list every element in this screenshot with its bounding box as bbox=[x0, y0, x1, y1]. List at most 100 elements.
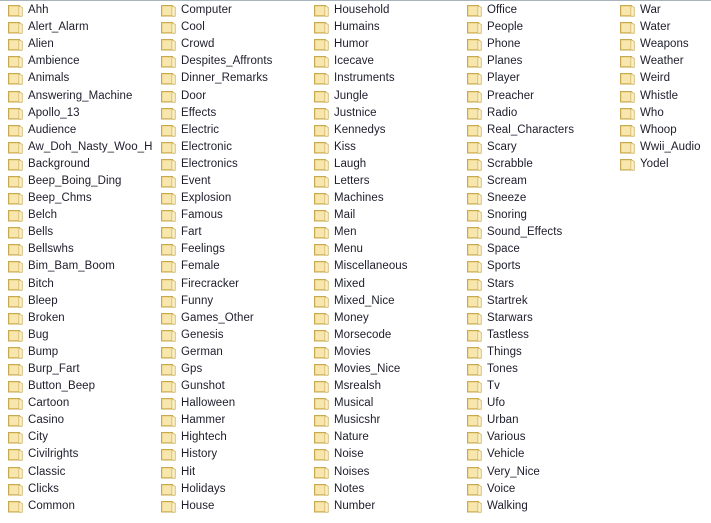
folder-item[interactable]: Bellswhs bbox=[0, 241, 153, 258]
folder-item[interactable]: Stars bbox=[459, 276, 612, 293]
folder-item[interactable]: Firecracker bbox=[153, 276, 306, 293]
folder-item[interactable]: Real_Characters bbox=[459, 122, 612, 139]
folder-item[interactable]: Scrabble bbox=[459, 156, 612, 173]
folder-item[interactable]: Musical bbox=[306, 395, 459, 412]
folder-item[interactable]: Kiss bbox=[306, 139, 459, 156]
folder-item[interactable]: Wwii_Audio bbox=[612, 139, 711, 156]
folder-item[interactable]: Background bbox=[0, 156, 153, 173]
folder-item[interactable]: Dinner_Remarks bbox=[153, 70, 306, 87]
folder-item[interactable]: Preacher bbox=[459, 87, 612, 104]
folder-item[interactable]: Jungle bbox=[306, 87, 459, 104]
folder-item[interactable]: Gunshot bbox=[153, 378, 306, 395]
folder-item[interactable]: Common bbox=[0, 498, 153, 515]
folder-item[interactable]: Morsecode bbox=[306, 327, 459, 344]
folder-item[interactable]: Phone bbox=[459, 36, 612, 53]
folder-item[interactable]: Letters bbox=[306, 173, 459, 190]
folder-item[interactable]: Belch bbox=[0, 207, 153, 224]
folder-item[interactable]: Alien bbox=[0, 36, 153, 53]
folder-item[interactable]: Notes bbox=[306, 481, 459, 498]
folder-item[interactable]: Apollo_13 bbox=[0, 105, 153, 122]
folder-item[interactable]: Event bbox=[153, 173, 306, 190]
folder-item[interactable]: Radio bbox=[459, 105, 612, 122]
folder-item[interactable]: Sports bbox=[459, 258, 612, 275]
folder-item[interactable]: Fart bbox=[153, 224, 306, 241]
folder-item[interactable]: Msrealsh bbox=[306, 378, 459, 395]
folder-item[interactable]: Miscellaneous bbox=[306, 258, 459, 275]
folder-item[interactable]: Mail bbox=[306, 207, 459, 224]
folder-item[interactable]: Urban bbox=[459, 412, 612, 429]
folder-item[interactable]: Despites_Affronts bbox=[153, 53, 306, 70]
folder-item[interactable]: House bbox=[153, 498, 306, 515]
folder-item[interactable]: Answering_Machine bbox=[0, 87, 153, 104]
folder-item[interactable]: Cool bbox=[153, 19, 306, 36]
folder-item[interactable]: Humor bbox=[306, 36, 459, 53]
folder-item[interactable]: Weird bbox=[612, 70, 711, 87]
folder-item[interactable]: Gps bbox=[153, 361, 306, 378]
folder-item[interactable]: Yodel bbox=[612, 156, 711, 173]
folder-item[interactable]: Aw_Doh_Nasty_Woo_Hoo bbox=[0, 139, 153, 156]
folder-item[interactable]: Sound_Effects bbox=[459, 224, 612, 241]
folder-item[interactable]: Casino bbox=[0, 412, 153, 429]
folder-item[interactable]: Household bbox=[306, 2, 459, 19]
folder-item[interactable]: Explosion bbox=[153, 190, 306, 207]
folder-item[interactable]: Movies bbox=[306, 344, 459, 361]
folder-item[interactable]: Electronics bbox=[153, 156, 306, 173]
folder-item[interactable]: Planes bbox=[459, 53, 612, 70]
folder-item[interactable]: Weapons bbox=[612, 36, 711, 53]
folder-item[interactable]: Ambience bbox=[0, 53, 153, 70]
folder-item[interactable]: Ahh bbox=[0, 2, 153, 19]
folder-item[interactable]: Button_Beep bbox=[0, 378, 153, 395]
folder-item[interactable]: Various bbox=[459, 429, 612, 446]
folder-item[interactable]: Feelings bbox=[153, 241, 306, 258]
folder-item[interactable]: Player bbox=[459, 70, 612, 87]
folder-item[interactable]: Voice bbox=[459, 481, 612, 498]
folder-item[interactable]: Icecave bbox=[306, 53, 459, 70]
folder-item[interactable]: Tastless bbox=[459, 327, 612, 344]
folder-item[interactable]: Beep_Chms bbox=[0, 190, 153, 207]
folder-item[interactable]: Water bbox=[612, 19, 711, 36]
folder-item[interactable]: Bump bbox=[0, 344, 153, 361]
folder-item[interactable]: War bbox=[612, 2, 711, 19]
folder-item[interactable]: Bim_Bam_Boom bbox=[0, 258, 153, 275]
folder-item[interactable]: Electronic bbox=[153, 139, 306, 156]
folder-item[interactable]: Whistle bbox=[612, 87, 711, 104]
folder-item[interactable]: Bitch bbox=[0, 276, 153, 293]
folder-item[interactable]: Bug bbox=[0, 327, 153, 344]
folder-item[interactable]: Noises bbox=[306, 464, 459, 481]
folder-item[interactable]: Space bbox=[459, 241, 612, 258]
folder-item[interactable]: Ufo bbox=[459, 395, 612, 412]
folder-item[interactable]: Instruments bbox=[306, 70, 459, 87]
folder-item[interactable]: Movies_Nice bbox=[306, 361, 459, 378]
folder-item[interactable]: People bbox=[459, 19, 612, 36]
folder-item[interactable]: Office bbox=[459, 2, 612, 19]
folder-item[interactable]: Crowd bbox=[153, 36, 306, 53]
folder-item[interactable]: Hightech bbox=[153, 429, 306, 446]
folder-item[interactable]: Who bbox=[612, 105, 711, 122]
folder-item[interactable]: Scream bbox=[459, 173, 612, 190]
folder-item[interactable]: Civilrights bbox=[0, 446, 153, 463]
folder-item[interactable]: Genesis bbox=[153, 327, 306, 344]
folder-item[interactable]: Audience bbox=[0, 122, 153, 139]
folder-item[interactable]: Startrek bbox=[459, 293, 612, 310]
folder-item[interactable]: Scary bbox=[459, 139, 612, 156]
folder-item[interactable]: Mixed_Nice bbox=[306, 293, 459, 310]
folder-item[interactable]: Games_Other bbox=[153, 310, 306, 327]
folder-item[interactable]: German bbox=[153, 344, 306, 361]
folder-item[interactable]: Whoop bbox=[612, 122, 711, 139]
folder-item[interactable]: Mixed bbox=[306, 276, 459, 293]
folder-item[interactable]: Machines bbox=[306, 190, 459, 207]
folder-item[interactable]: Bells bbox=[0, 224, 153, 241]
folder-item[interactable]: City bbox=[0, 429, 153, 446]
folder-item[interactable]: History bbox=[153, 446, 306, 463]
folder-item[interactable]: Starwars bbox=[459, 310, 612, 327]
folder-item[interactable]: Broken bbox=[0, 310, 153, 327]
folder-item[interactable]: Computer bbox=[153, 2, 306, 19]
folder-item[interactable]: Clicks bbox=[0, 481, 153, 498]
folder-item[interactable]: Weather bbox=[612, 53, 711, 70]
folder-item[interactable]: Famous bbox=[153, 207, 306, 224]
folder-item[interactable]: Justnice bbox=[306, 105, 459, 122]
folder-item[interactable]: Money bbox=[306, 310, 459, 327]
folder-item[interactable]: Sneeze bbox=[459, 190, 612, 207]
folder-item[interactable]: Holidays bbox=[153, 481, 306, 498]
folder-item[interactable]: Vehicle bbox=[459, 446, 612, 463]
